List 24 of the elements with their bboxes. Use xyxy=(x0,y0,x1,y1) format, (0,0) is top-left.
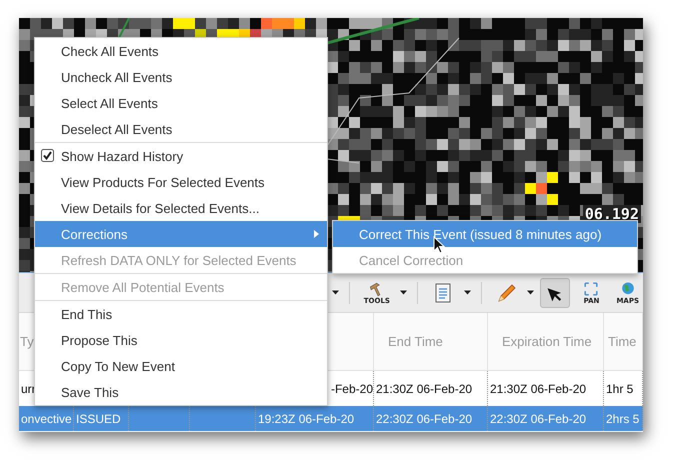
menu-item[interactable]: Check All Events xyxy=(35,38,327,64)
table-cell xyxy=(190,406,256,431)
toolbar-button[interactable] xyxy=(540,278,570,308)
table-cell: 2hrs 5 xyxy=(604,406,643,431)
menu-item[interactable]: Uncheck All Events xyxy=(35,64,327,90)
menu-item[interactable]: View Details for Selected Events... xyxy=(35,195,327,221)
caret-icon[interactable] xyxy=(464,290,471,295)
submenu-arrow-icon xyxy=(314,230,319,238)
checkbox-icon[interactable] xyxy=(41,149,54,162)
table-cell: 22:30Z 06-Feb-20 xyxy=(374,406,488,431)
menu-item[interactable]: End This xyxy=(35,301,327,327)
table-cell: onvective xyxy=(19,406,74,431)
table-cell: 22:30Z 06-Feb-20 xyxy=(488,406,604,431)
caret-icon[interactable] xyxy=(332,290,339,295)
caret-icon[interactable] xyxy=(527,290,534,295)
table-cell xyxy=(129,406,190,431)
menu-item[interactable]: Deselect All Events xyxy=(35,116,327,142)
menu-item[interactable]: Propose This xyxy=(35,327,327,353)
menu-item[interactable]: Select All Events xyxy=(35,90,327,116)
table-cell: 19:23Z 06-Feb-20 xyxy=(256,406,374,431)
caret-icon[interactable] xyxy=(400,290,407,295)
table-cell: ISSUED xyxy=(74,406,129,431)
menu-item[interactable]: Show Hazard History xyxy=(35,143,327,169)
menu-item[interactable]: View Products For Selected Events xyxy=(35,169,327,195)
